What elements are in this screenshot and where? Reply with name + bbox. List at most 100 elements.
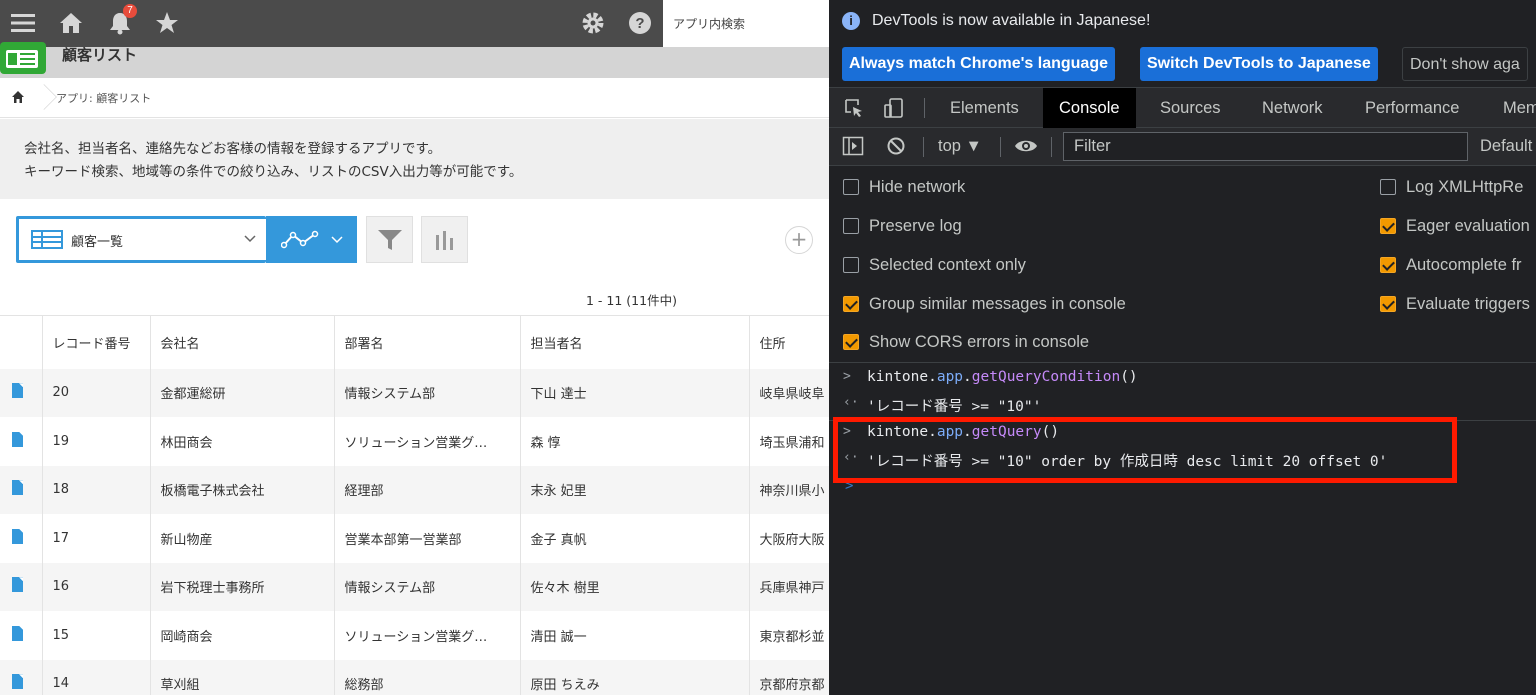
column-header-address[interactable]: 住所 (748, 315, 829, 369)
view-selector[interactable]: 顧客一覧 (16, 216, 266, 263)
console-filter-input[interactable] (1063, 132, 1468, 161)
sidebar-toggle-icon[interactable] (842, 136, 864, 158)
cell-address: 埼玉県浦和 (748, 417, 829, 466)
cell-department: 総務部 (333, 659, 520, 695)
tab-memory[interactable]: Mem (1487, 88, 1536, 128)
tab-console[interactable]: Console (1043, 88, 1136, 128)
cell-department: ソリューション営業グ… (333, 417, 520, 466)
checkbox-label: Group similar messages in console (869, 294, 1126, 313)
column-header-department[interactable]: 部署名 (333, 315, 520, 369)
cell-company: 板橋電子株式会社 (149, 465, 334, 514)
console-prompt[interactable]: > (845, 478, 853, 494)
breadcrumb-app-link[interactable]: アプリ: 顧客リスト (56, 90, 151, 106)
evaluate-triggers-checkbox[interactable]: Evaluate triggers (1380, 293, 1530, 315)
code-property: app (936, 424, 964, 440)
table-row: 16 岩下税理士事務所 情報システム部 佐々木 樹里 兵庫県神戸 (0, 562, 829, 611)
graph-menu-button[interactable] (266, 216, 357, 263)
device-toolbar-icon[interactable] (883, 97, 905, 119)
clear-console-icon[interactable] (885, 136, 907, 158)
log-levels-dropdown[interactable]: Default (1480, 137, 1532, 156)
eager-evaluation-checkbox[interactable]: Eager evaluation (1380, 215, 1530, 237)
column-header-record-number[interactable]: レコード番号 (41, 315, 150, 369)
live-expression-eye-icon[interactable] (1014, 136, 1037, 158)
view-dropdown[interactable]: 顧客一覧 (19, 219, 266, 260)
document-icon (12, 480, 23, 496)
settings-gear-icon[interactable] (578, 8, 608, 38)
code-function: getQueryCondition (971, 369, 1121, 385)
record-detail-link[interactable] (0, 659, 42, 695)
checkbox-label: Selected context only (869, 255, 1026, 274)
graph-icon (280, 230, 318, 248)
add-record-button[interactable]: + (785, 226, 813, 254)
table-row: 14 草刈組 総務部 原田 ちえみ 京都府京都 (0, 659, 829, 695)
document-icon (12, 625, 23, 641)
breadcrumb-home-icon[interactable] (11, 90, 25, 104)
tab-performance[interactable]: Performance (1349, 88, 1475, 128)
switch-to-japanese-button[interactable]: Switch DevTools to Japanese (1140, 47, 1378, 81)
cell-company: 岩下税理士事務所 (149, 562, 334, 611)
record-detail-link[interactable] (0, 611, 42, 660)
detail-column-header (0, 315, 42, 369)
checkbox-checked (1380, 257, 1396, 273)
cell-person: 下山 達士 (519, 368, 749, 417)
cell-record-number: 17 (41, 514, 150, 563)
table-header-row: レコード番号 会社名 部署名 担当者名 住所 (0, 315, 829, 369)
show-cors-errors-checkbox[interactable]: Show CORS errors in console (843, 331, 1089, 353)
console-command: kintone.app.getQueryCondition() (867, 369, 1138, 385)
checkbox-box (843, 179, 859, 195)
inspect-element-icon[interactable] (843, 97, 865, 119)
home-icon[interactable] (56, 8, 86, 38)
javascript-context-select[interactable]: top ▼ (938, 137, 982, 156)
hide-network-checkbox[interactable]: Hide network (843, 176, 965, 198)
notification-bell-icon[interactable]: 7 (105, 4, 137, 38)
record-detail-link[interactable] (0, 514, 42, 563)
toolbar-divider (924, 98, 925, 118)
console-toolbar: top ▼ Default (829, 128, 1536, 166)
autocomplete-from-history-checkbox[interactable]: Autocomplete fr (1380, 254, 1522, 276)
kintone-app-pane: 7 ? 顧客リスト アプリ: 顧客リスト 会社名、担当者名、連絡先などお客様の情… (0, 0, 829, 695)
tab-network[interactable]: Network (1246, 88, 1339, 128)
cell-company: 岡崎商会 (149, 611, 334, 660)
table-row: 19 林田商会 ソリューション営業グ… 森 惇 埼玉県浦和 (0, 417, 829, 466)
preserve-log-checkbox[interactable]: Preserve log (843, 215, 962, 237)
console-input-line: > kintone.app.getQueryCondition() (829, 366, 1536, 393)
app-title: 顧客リスト (62, 46, 138, 64)
document-icon (12, 383, 23, 399)
table-view-icon (31, 230, 63, 249)
cell-person: 佐々木 樹里 (519, 562, 749, 611)
svg-text:?: ? (635, 15, 644, 32)
input-chevron-icon: > (843, 369, 851, 384)
cell-company: 新山物産 (149, 514, 334, 563)
app-search-input[interactable] (663, 0, 829, 47)
help-icon[interactable]: ? (625, 8, 655, 38)
cell-address: 兵庫県神戸 (748, 562, 829, 611)
tab-sources[interactable]: Sources (1144, 88, 1237, 128)
graph-button[interactable] (421, 216, 468, 263)
filter-funnel-icon (377, 229, 402, 250)
column-header-person[interactable]: 担当者名 (519, 315, 749, 369)
checkbox-label: Hide network (869, 177, 966, 196)
toolbar-divider (923, 137, 924, 157)
filter-button[interactable] (366, 216, 413, 263)
group-similar-messages-checkbox[interactable]: Group similar messages in console (843, 293, 1126, 315)
favorite-star-icon[interactable] (152, 8, 182, 38)
dont-show-again-button[interactable]: Don't show aga (1402, 47, 1528, 81)
tab-elements[interactable]: Elements (934, 88, 1035, 128)
cell-record-number: 15 (41, 611, 150, 660)
checkbox-label: Evaluate triggers (1406, 294, 1530, 313)
log-xmlhttprequests-checkbox[interactable]: Log XMLHttpRe (1380, 176, 1523, 198)
record-detail-link[interactable] (0, 417, 42, 466)
cell-company: 金都運総研 (149, 368, 334, 417)
console-output: > kintone.app.getQueryCondition() ‹· 'レコ… (829, 364, 1536, 695)
record-detail-link[interactable] (0, 465, 42, 514)
record-detail-link[interactable] (0, 562, 42, 611)
document-icon (12, 528, 23, 544)
menu-icon[interactable] (8, 8, 38, 38)
cell-department: 情報システム部 (333, 562, 520, 611)
always-match-language-button[interactable]: Always match Chrome's language (842, 47, 1115, 81)
selected-context-only-checkbox[interactable]: Selected context only (843, 254, 1026, 276)
code-function: getQuery (971, 424, 1042, 440)
cell-department: 営業本部第一営業部 (333, 514, 520, 563)
column-header-company[interactable]: 会社名 (149, 315, 334, 369)
record-detail-link[interactable] (0, 368, 42, 417)
